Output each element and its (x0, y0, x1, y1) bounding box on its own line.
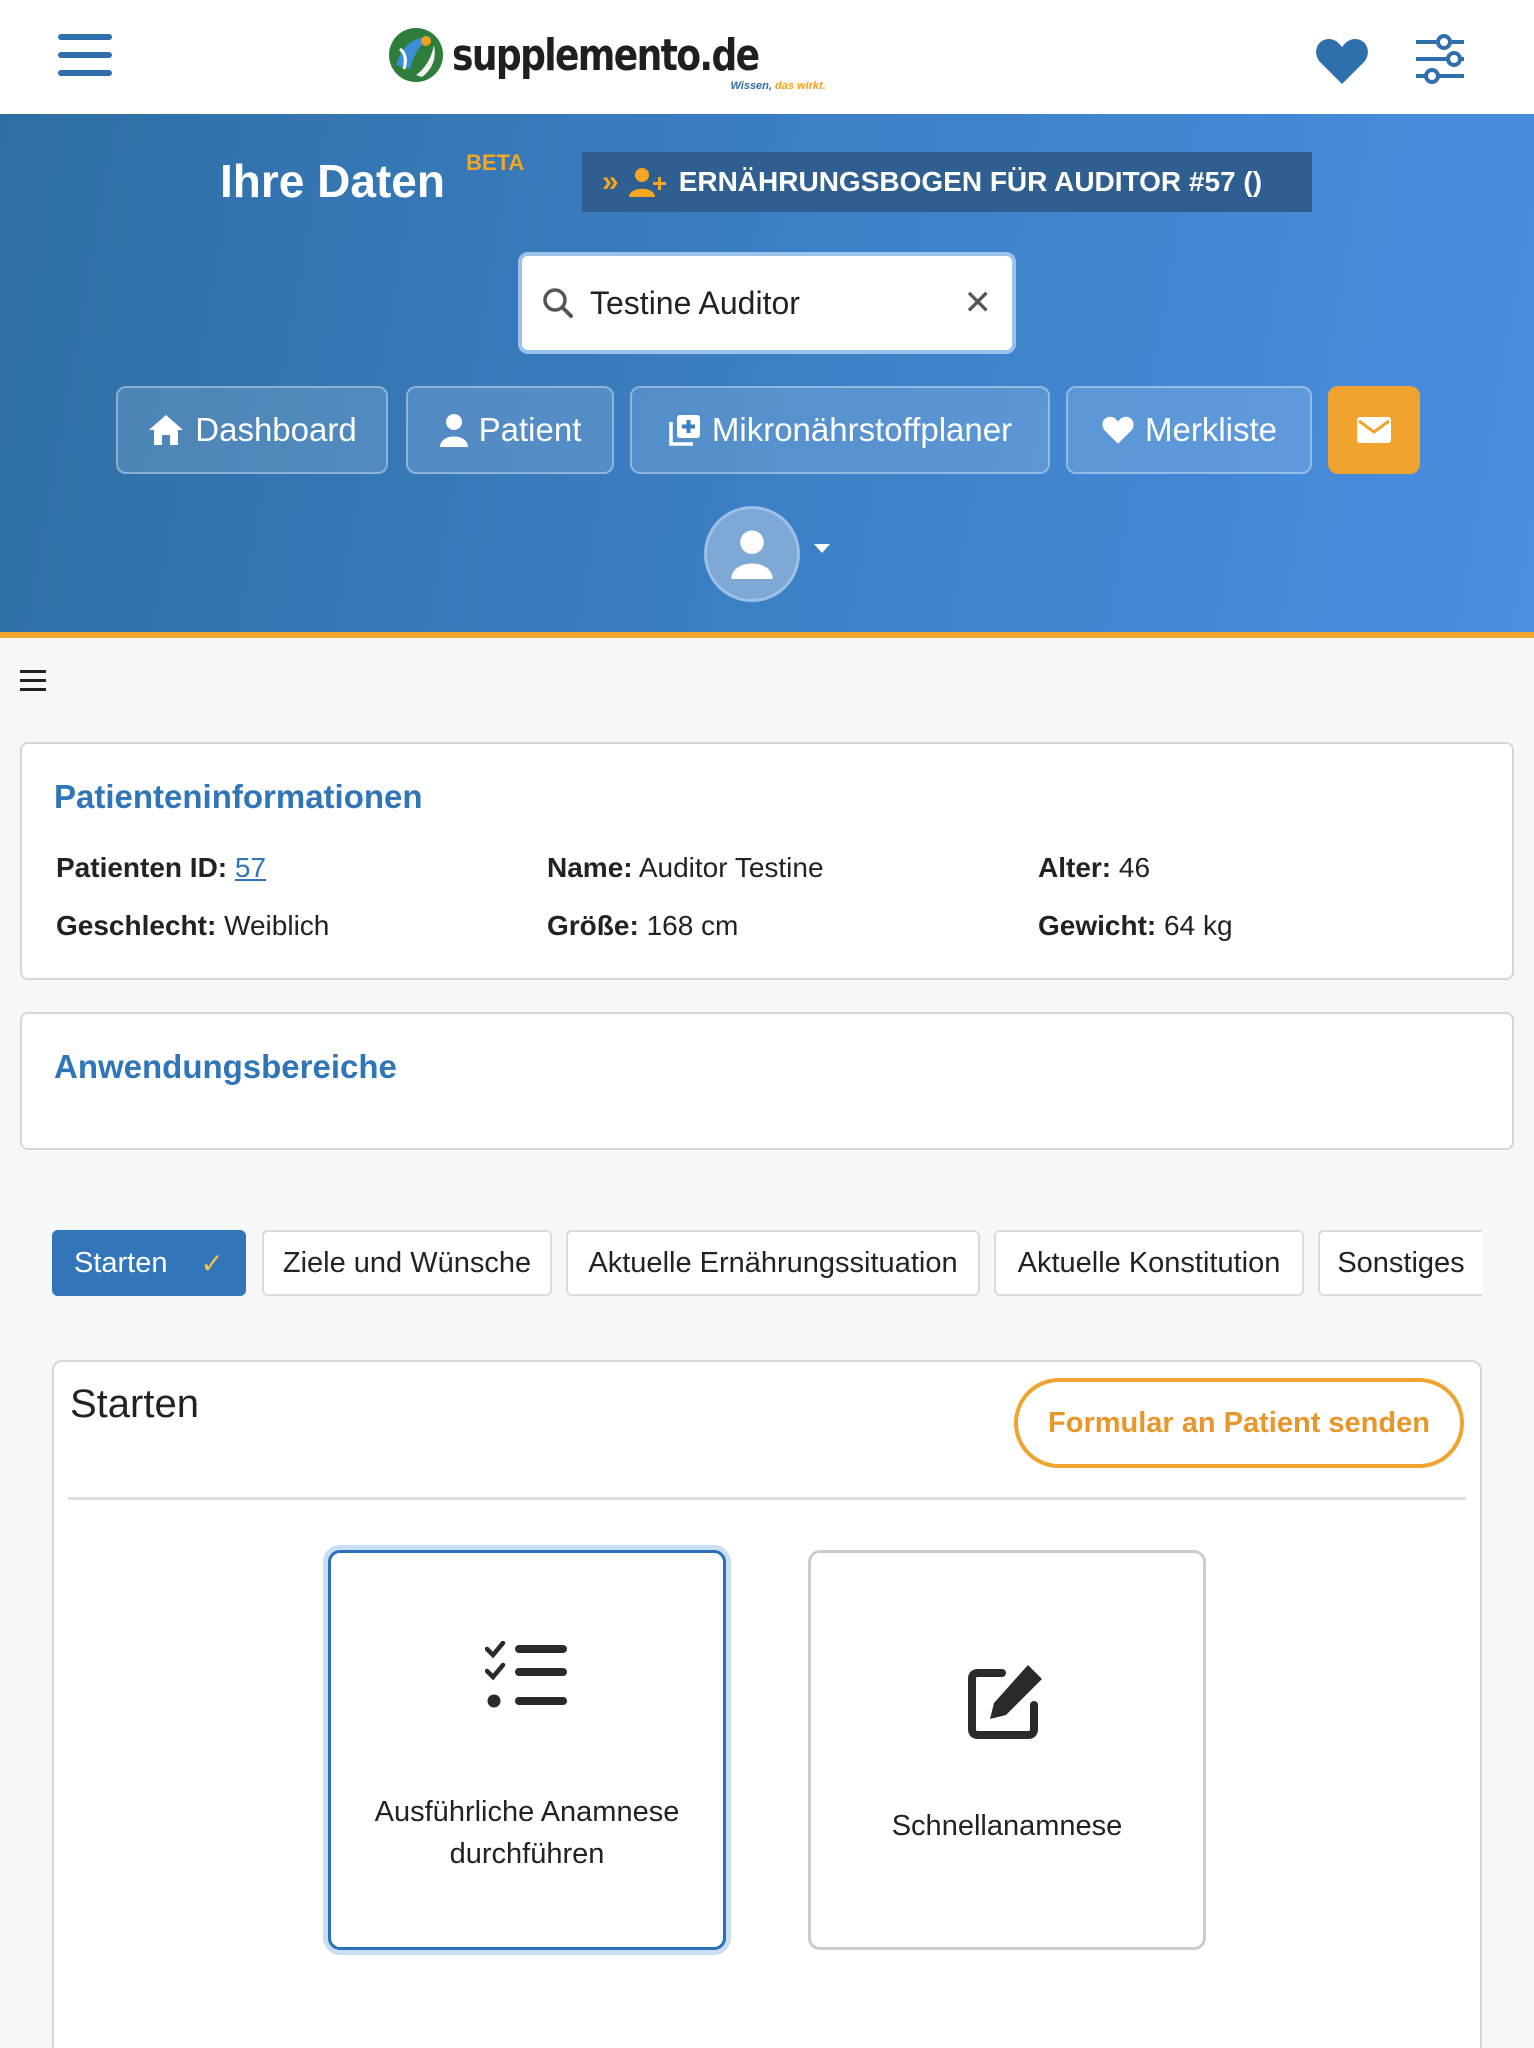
nav-planer-button[interactable]: Mikronährstoffplaner (630, 386, 1050, 474)
starten-title: Starten (70, 1382, 199, 1426)
filter-settings-icon[interactable] (1414, 34, 1466, 84)
medical-plus-icon (669, 415, 700, 446)
patient-search-input[interactable]: Testine Auditor ✕ (518, 252, 1016, 354)
nav-dashboard-button[interactable]: Dashboard (116, 386, 388, 474)
tab-starten[interactable]: Starten ✓ (52, 1230, 246, 1296)
send-form-button[interactable]: Formular an Patient senden (1014, 1378, 1464, 1468)
nav-patient-button[interactable]: Patient (406, 386, 614, 474)
tab-ernaehrung[interactable]: Aktuelle Ernährungssituation (566, 1230, 980, 1296)
heart-icon (1102, 416, 1134, 444)
tab-ziele-label: Ziele und Wünsche (282, 1246, 532, 1279)
list-check-icon (485, 1641, 567, 1708)
user-avatar-icon (731, 530, 773, 579)
areas-title: Anwendungsbereiche (54, 1048, 397, 1085)
quick-anamnesis-option[interactable]: Schnellanamnese (808, 1550, 1206, 1950)
beta-badge: BETA (466, 150, 525, 175)
patient-age: Alter: 46 (1038, 852, 1151, 883)
search-icon (543, 288, 573, 318)
nav-merkliste-button[interactable]: Merkliste (1066, 386, 1312, 474)
user-plus-icon (628, 168, 666, 197)
patient-weight: Gewicht: 64 kg (1038, 910, 1233, 941)
check-icon: ✓ (200, 1247, 224, 1279)
nav-planer-label: Mikronährstoffplaner (711, 411, 1013, 448)
quick-anamnesis-label: Schnellanamnese (891, 1810, 1123, 1842)
detailed-anamnesis-option[interactable]: Ausführliche Anamnese durchführen (328, 1550, 726, 1950)
menu-icon[interactable] (58, 34, 112, 80)
edit-icon (968, 1665, 1042, 1739)
top-bar: supplemento.de Wissen, das wirkt. (0, 0, 1534, 114)
areas-card: Anwendungsbereiche (20, 1012, 1514, 1150)
patient-info-title: Patienteninformationen (54, 778, 423, 815)
tab-ziele[interactable]: Ziele und Wünsche (262, 1230, 552, 1296)
tab-sonstiges-label: Sonstiges (1337, 1246, 1465, 1279)
tab-konstitution[interactable]: Aktuelle Konstitution (994, 1230, 1304, 1296)
favorites-heart-icon[interactable] (1314, 36, 1370, 86)
caret-down-icon[interactable] (814, 544, 830, 553)
sidebar-toggle-icon[interactable] (20, 670, 46, 692)
tab-sonstiges[interactable]: Sonstiges (1318, 1230, 1482, 1296)
nav-patient-label: Patient (478, 411, 582, 448)
form-title-pill: » ERNÄHRUNGSBOGEN FÜR AUDITOR #57 () (582, 152, 1312, 212)
patient-name: Name: Auditor Testine (547, 852, 824, 883)
form-title-text: ERNÄHRUNGSBOGEN FÜR AUDITOR #57 () (678, 166, 1263, 197)
clear-search-icon[interactable]: ✕ (964, 283, 993, 323)
patient-id: Patienten ID: 57 (56, 852, 267, 883)
logo-mark-icon (389, 28, 443, 82)
logo-text: supplemento.de (452, 29, 760, 81)
logo-tagline: Wissen, das wirkt. (730, 79, 826, 92)
divider (68, 1497, 1466, 1500)
patient-info-card: Patienteninformationen Patienten ID: 57 … (20, 742, 1514, 980)
nav-merkliste-label: Merkliste (1144, 411, 1278, 448)
page-title: Ihre Daten (220, 155, 445, 207)
envelope-icon (1357, 417, 1391, 443)
tab-ernaehrung-label: Aktuelle Ernährungssituation (588, 1246, 958, 1279)
patient-id-link[interactable]: 57 (235, 852, 266, 883)
double-chevron-icon: » (602, 165, 619, 198)
user-icon (439, 414, 468, 447)
patient-height: Größe: 168 cm (547, 910, 739, 941)
search-value: Testine Auditor (590, 284, 800, 321)
mail-button[interactable] (1328, 386, 1420, 474)
hero-banner: Ihre Daten BETA » ERNÄHRUNGSBOGEN FÜR AU… (0, 114, 1534, 638)
tab-starten-label: Starten (74, 1246, 168, 1279)
logo[interactable]: supplemento.de Wissen, das wirkt. (386, 22, 826, 92)
nav-dashboard-label: Dashboard (195, 411, 357, 448)
avatar[interactable] (704, 506, 800, 602)
detailed-anamnesis-label: Ausführliche Anamnese durchführen (374, 1796, 680, 1870)
patient-gender: Geschlecht: Weiblich (56, 910, 330, 941)
home-icon (149, 415, 184, 445)
tab-konstitution-label: Aktuelle Konstitution (1017, 1246, 1281, 1279)
